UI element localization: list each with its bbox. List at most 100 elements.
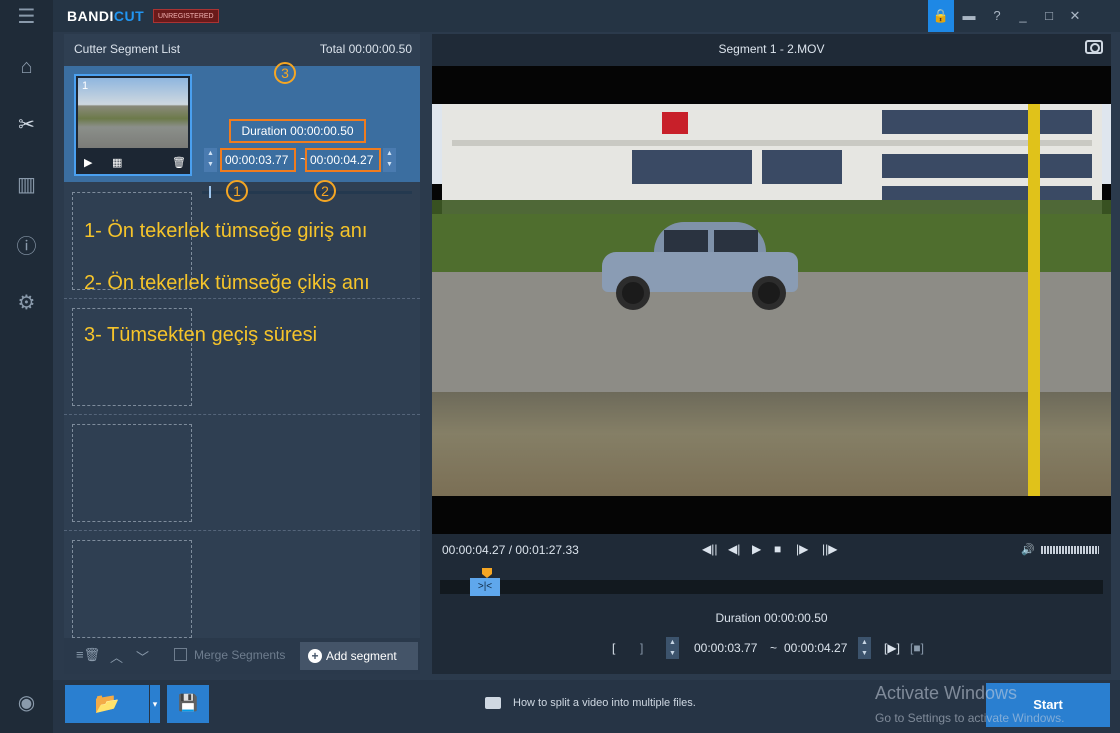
selection-handles[interactable]: >|<	[470, 578, 500, 596]
segment-list-panel: Cutter Segment List Total 00:00:00.50 1 …	[64, 34, 420, 674]
save-button[interactable]: 💾	[167, 685, 209, 723]
frame-car-wheel	[616, 276, 650, 310]
player-title: Segment 1 - 2.MOV	[718, 42, 825, 56]
frame-car-window	[714, 230, 758, 254]
callout-1: 1	[226, 180, 248, 202]
player-duration: Duration 00:00:00.50	[715, 611, 828, 625]
volume-slider[interactable]	[1041, 546, 1099, 554]
annotation-2: 2- Ön tekerlek tümseğe çikiş anı	[84, 272, 370, 294]
open-file-button[interactable]: 📂	[65, 685, 149, 723]
slot-divider	[64, 530, 420, 531]
segment-start-field[interactable]: 00:00:03.77	[220, 148, 296, 172]
segment-item[interactable]: 1 ▶ ▦ 🗑 Duration 00:00:00.50 ▲ ▼ 00:00:03…	[64, 62, 420, 202]
frame-pole	[1028, 104, 1040, 496]
home-icon[interactable]: ⌂	[0, 56, 53, 79]
close-button[interactable]: ✕	[1062, 0, 1088, 32]
folder-icon[interactable]: ▬	[956, 0, 982, 32]
range-start[interactable]: 00:00:03.77	[694, 641, 757, 655]
frame-window	[762, 150, 842, 184]
help-link[interactable]: How to split a video into multiple files…	[513, 697, 696, 709]
frame-car-window	[664, 230, 708, 254]
video-frame	[432, 104, 1111, 496]
segments-icon[interactable]: ▥	[0, 172, 53, 197]
empty-segment-slot	[72, 308, 192, 406]
lock-icon[interactable]: 🔒	[928, 0, 954, 32]
segment-list-title: Cutter Segment List	[74, 42, 181, 56]
thumbnail-image	[78, 78, 188, 148]
annotation-1: 1- Ön tekerlek tümseğe giriş anı	[84, 220, 368, 242]
segment-thumbnail[interactable]: 1 ▶ ▦ 🗑	[74, 74, 192, 176]
set-start-icon[interactable]: [	[612, 641, 615, 655]
frame-window	[882, 154, 1092, 178]
move-down-icon[interactable]: ﹀	[136, 647, 149, 666]
range-separator: ~	[770, 641, 778, 655]
play-icon[interactable]: ▶	[84, 156, 92, 169]
activation-watermark-title: Activate Windows	[875, 683, 1018, 703]
trash-icon[interactable]: 🗑	[172, 156, 186, 169]
add-segment-button[interactable]: + Add segment	[300, 642, 418, 670]
end-spinner[interactable]: ▲ ▼	[383, 148, 396, 172]
side-rail: ☰ ⌂ ✂ ▥ ⓘ ⚙ ◉	[0, 0, 53, 733]
merge-segments-label: Merge Segments	[194, 648, 286, 662]
timeline-scrubber[interactable]	[440, 580, 1103, 594]
frame-flag	[662, 112, 688, 134]
segment-list-total: Total 00:00:00.50	[319, 42, 412, 56]
callout-2: 2	[314, 180, 336, 202]
video-preview[interactable]	[432, 66, 1111, 534]
segment-end-field[interactable]: 00:00:04.27	[305, 148, 381, 172]
next-frame-icon[interactable]: |▶	[796, 542, 808, 556]
merge-segments-checkbox[interactable]	[174, 648, 187, 661]
playback-time: 00:00:04.27 / 00:01:27.33	[442, 543, 579, 557]
callout-3: 3	[274, 62, 296, 84]
stop-range-icon[interactable]: [■]	[910, 641, 924, 655]
frame-window	[632, 150, 752, 184]
annotation-3: 3- Tümsekten geçiş süresi	[84, 324, 318, 346]
maximize-button[interactable]: □	[1036, 0, 1062, 32]
record-icon[interactable]: ◉	[0, 690, 53, 715]
open-dropdown-icon[interactable]: ▾	[150, 685, 160, 723]
end-spinner[interactable]: ▲ ▼	[858, 637, 871, 659]
move-up-icon[interactable]: ︿	[110, 647, 123, 666]
playhead-marker[interactable]	[482, 568, 492, 578]
playback-controls: 00:00:04.27 / 00:01:27.33 ◀|| ◀| ▶ ■ |▶ …	[432, 534, 1111, 566]
app-logo: BANDICUT	[67, 8, 145, 24]
segment-list-header: Cutter Segment List Total 00:00:00.50	[64, 34, 420, 64]
bottom-bar: 📂 ▾ 💾 How to split a video into multiple…	[53, 680, 1120, 733]
play-icon[interactable]: ▶	[752, 542, 761, 556]
frame-car-wheel	[752, 276, 786, 310]
start-spinner[interactable]: ▲ ▼	[666, 637, 679, 659]
segment-list-footer: ≡🗑 ︿ ﹀ Merge Segments + Add segment	[64, 638, 420, 674]
player-range: [ ] ▲ ▼ 00:00:03.77 ~ 00:00:04.27 ▲ ▼ [▶] …	[432, 636, 1111, 660]
settings-icon[interactable]: ⚙	[0, 290, 53, 315]
frame-verge	[432, 392, 1111, 496]
play-range-icon[interactable]: [▶]	[884, 641, 900, 655]
delete-all-icon[interactable]: ≡🗑	[76, 647, 100, 663]
segment-duration: Duration 00:00:00.50	[229, 119, 366, 143]
minimize-button[interactable]: _	[1010, 0, 1036, 32]
add-segment-label: Add segment	[326, 649, 397, 663]
next-segment-icon[interactable]: ||▶	[822, 542, 837, 556]
player-panel: Segment 1 - 2.MOV 00:00:04.27 / 00:01:27…	[432, 34, 1111, 674]
info-icon[interactable]: ⓘ	[0, 230, 53, 259]
cutter-icon[interactable]: ✂	[0, 112, 53, 137]
unregistered-badge: UNREGISTERED	[153, 9, 219, 23]
previous-frame-icon[interactable]: ◀|	[728, 542, 740, 556]
set-end-icon[interactable]: ]	[640, 641, 643, 655]
frame-window	[882, 186, 1092, 200]
title-bar: BANDICUT UNREGISTERED 🔒 ▬ ? _ □ ✕	[53, 0, 1120, 32]
chat-icon	[485, 697, 501, 709]
segment-slider-handle[interactable]	[209, 186, 211, 198]
stop-icon[interactable]: ■	[774, 542, 781, 556]
start-spinner[interactable]: ▲ ▼	[204, 148, 217, 172]
slot-divider	[64, 414, 420, 415]
grid-icon[interactable]: ▦	[112, 156, 122, 169]
frame-window	[882, 110, 1092, 134]
help-button[interactable]: ?	[984, 0, 1010, 32]
range-end[interactable]: 00:00:04.27	[784, 641, 847, 655]
volume-icon[interactable]: 🔊	[1021, 543, 1035, 556]
empty-segment-slot	[72, 424, 192, 522]
camera-icon[interactable]	[1085, 40, 1103, 54]
previous-segment-icon[interactable]: ◀||	[702, 542, 717, 556]
plus-icon: +	[308, 649, 322, 663]
menu-icon[interactable]: ☰	[0, 4, 53, 29]
